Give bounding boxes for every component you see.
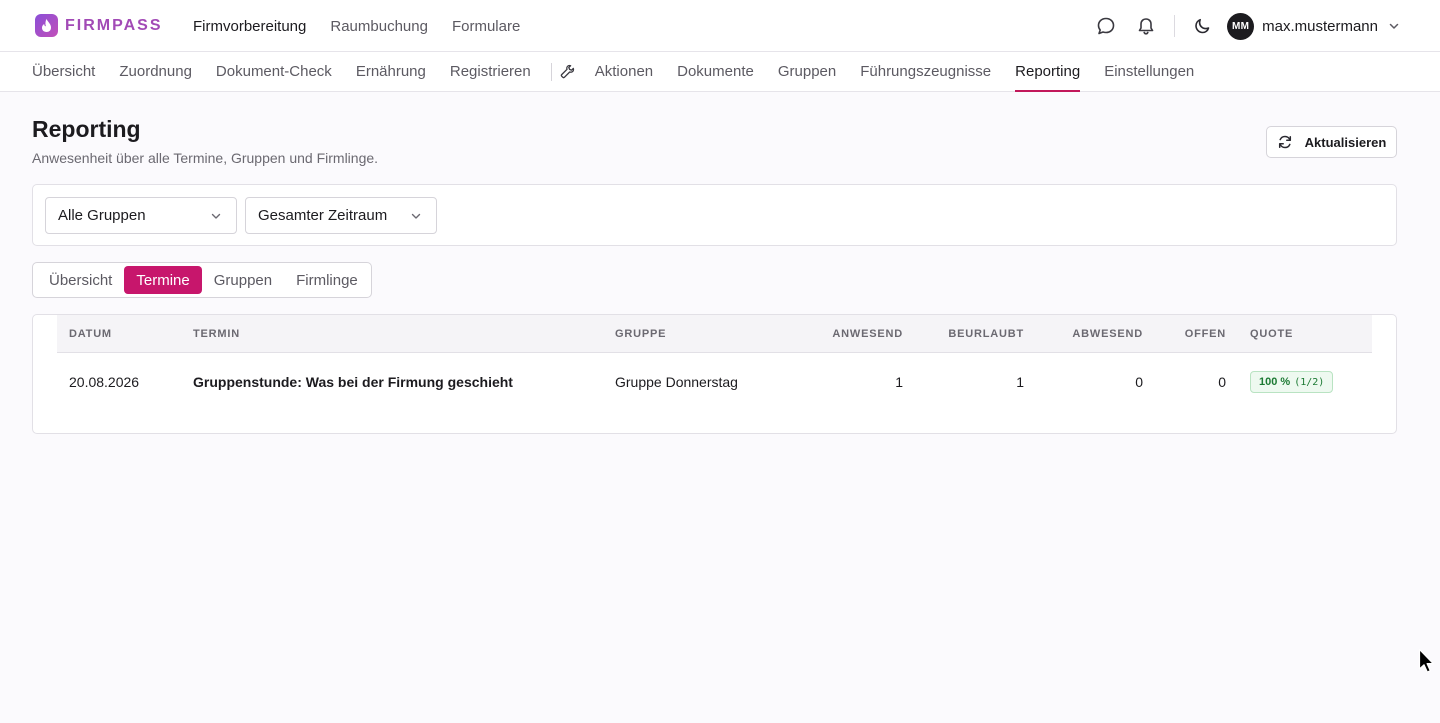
chevron-down-icon — [210, 209, 222, 226]
col-event[interactable]: TERMIN — [193, 328, 240, 340]
user-menu[interactable]: MM max.mustermann — [1227, 12, 1400, 40]
cell-event: Gruppenstunde: Was bei der Firmung gesch… — [193, 374, 513, 390]
subnav-divider — [550, 62, 552, 81]
nav-formulare[interactable]: Formulare — [452, 18, 520, 35]
tab-reporting[interactable]: Reporting — [1015, 52, 1081, 92]
page-subtitle: Anwesenheit über alle Termine, Gruppen u… — [32, 150, 379, 166]
tab-aktionen[interactable]: Aktionen — [595, 52, 653, 91]
events-table: DATUM TERMIN GRUPPE ANWESEND BEURLAUBT A… — [32, 314, 1397, 434]
view-tab-gruppen[interactable]: Gruppen — [202, 266, 284, 294]
top-header: FIRMPASS Firmvorbereitung Raumbuchung Fo… — [0, 0, 1440, 52]
col-absent[interactable]: ABWESEND — [1072, 328, 1143, 340]
main-navigation: Firmvorbereitung Raumbuchung Formulare — [193, 0, 544, 52]
quota-percent: 100 % — [1259, 376, 1291, 388]
tab-einstellungen[interactable]: Einstellungen — [1104, 52, 1194, 91]
brand-name: FIRMPASS — [65, 16, 163, 34]
tab-dokument-check[interactable]: Dokument-Check — [216, 52, 332, 91]
col-group[interactable]: GRUPPE — [615, 328, 666, 340]
quota-badge: 100 % (1/2) — [1250, 371, 1334, 393]
wrench-icon[interactable] — [560, 52, 575, 91]
view-tabs: Übersicht Termine Gruppen Firmlinge — [32, 262, 372, 298]
sub-navigation: Übersicht Zuordnung Dokument-Check Ernäh… — [0, 52, 1440, 92]
chevron-down-icon — [410, 209, 422, 226]
quota-fraction: (1/2) — [1294, 376, 1325, 388]
nav-firmvorbereitung[interactable]: Firmvorbereitung — [193, 18, 306, 35]
moon-icon[interactable] — [1191, 14, 1215, 38]
col-date[interactable]: DATUM — [69, 328, 112, 340]
refresh-button-label: Aktualisieren — [1304, 134, 1387, 150]
tab-ernaehrung[interactable]: Ernährung — [356, 52, 426, 91]
cell-absent: 0 — [1135, 374, 1143, 390]
cell-open: 0 — [1218, 374, 1226, 390]
page-title: Reporting — [32, 116, 141, 142]
header-actions: MM max.mustermann — [1094, 0, 1400, 52]
refresh-button[interactable]: Aktualisieren — [1266, 126, 1397, 158]
flame-icon — [35, 14, 58, 37]
group-filter-value: Alle Gruppen — [58, 207, 146, 224]
cell-group: Gruppe Donnerstag — [615, 374, 738, 390]
table-header: DATUM TERMIN GRUPPE ANWESEND BEURLAUBT A… — [57, 315, 1372, 353]
cell-date: 20.08.2026 — [69, 374, 140, 390]
refresh-icon — [1277, 134, 1293, 150]
mouse-cursor-icon — [1418, 648, 1436, 679]
cell-excused: 1 — [1016, 374, 1024, 390]
bell-icon[interactable] — [1134, 14, 1158, 38]
view-tab-firmlinge[interactable]: Firmlinge — [284, 266, 370, 294]
tab-zuordnung[interactable]: Zuordnung — [119, 52, 192, 91]
period-filter-value: Gesamter Zeitraum — [258, 207, 388, 224]
header-divider — [1174, 15, 1176, 37]
view-tab-uebersicht[interactable]: Übersicht — [37, 266, 124, 294]
period-filter-select[interactable]: Gesamter Zeitraum — [245, 197, 437, 234]
username: max.mustermann — [1262, 17, 1378, 35]
tab-fuehrungszeugnisse[interactable]: Führungszeugnisse — [860, 52, 991, 91]
tab-uebersicht[interactable]: Übersicht — [32, 52, 95, 91]
col-open[interactable]: OFFEN — [1185, 328, 1226, 340]
app-logo[interactable]: FIRMPASS — [35, 14, 162, 37]
col-quota[interactable]: QUOTE — [1250, 328, 1293, 340]
chevron-down-icon — [1388, 20, 1400, 32]
chat-icon[interactable] — [1094, 14, 1118, 38]
tab-registrieren[interactable]: Registrieren — [450, 52, 531, 91]
col-excused[interactable]: BEURLAUBT — [948, 328, 1024, 340]
col-present[interactable]: ANWESEND — [832, 328, 903, 340]
filter-card: Alle Gruppen Gesamter Zeitraum — [32, 184, 1397, 246]
group-filter-select[interactable]: Alle Gruppen — [45, 197, 237, 234]
tab-dokumente[interactable]: Dokumente — [677, 52, 754, 91]
view-tab-termine[interactable]: Termine — [124, 266, 202, 294]
tab-gruppen[interactable]: Gruppen — [778, 52, 836, 91]
nav-raumbuchung[interactable]: Raumbuchung — [330, 18, 428, 35]
avatar: MM — [1227, 12, 1255, 40]
cell-present: 1 — [895, 374, 903, 390]
